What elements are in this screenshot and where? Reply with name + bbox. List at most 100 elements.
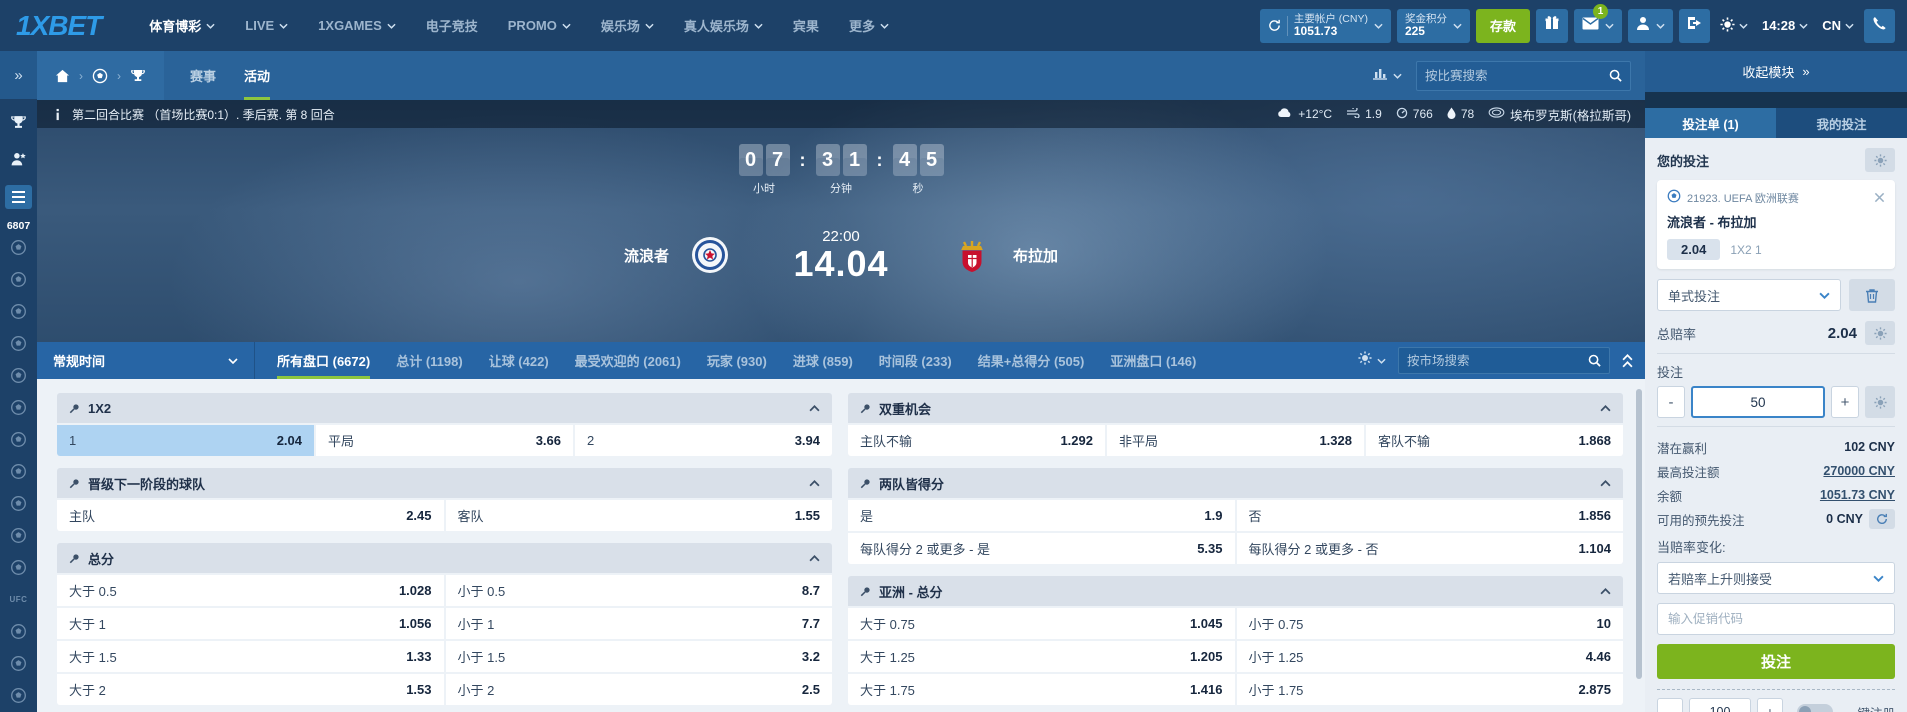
market-tab-7[interactable]: 结果+总得分 (505) <box>978 342 1085 379</box>
pin-icon[interactable] <box>69 553 80 564</box>
promo-code-input[interactable] <box>1657 603 1895 635</box>
event-tab-0[interactable]: 赛事 <box>190 51 216 100</box>
bet-odds-chip[interactable]: 2.04 <box>1667 239 1720 260</box>
odds-cell[interactable]: 小于 1.53.2 <box>446 641 833 672</box>
pin-icon[interactable] <box>69 478 80 489</box>
sidebar-sport-ufc-icon[interactable]: UFC <box>0 584 37 616</box>
odds-cell[interactable]: 小于 0.58.7 <box>446 575 833 606</box>
odds-cell[interactable]: 大于 21.53 <box>57 674 444 705</box>
odds-cell[interactable]: 小于 22.5 <box>446 674 833 705</box>
away-team-name[interactable]: 布拉加 <box>1013 245 1058 266</box>
football-breadcrumb-icon[interactable] <box>92 68 108 84</box>
profile-button[interactable] <box>1628 9 1673 43</box>
quickbet-amount-input[interactable] <box>1689 698 1751 712</box>
sidebar-sport-baseball-icon[interactable] <box>0 424 37 456</box>
market-card-header[interactable]: 亚洲 - 总分 <box>848 576 1623 606</box>
odds-cell[interactable]: 12.04 <box>57 425 314 456</box>
sidebar-sport-ice-hockey-icon[interactable] <box>0 296 37 328</box>
account-selector[interactable]: 主要帐户 (CNY) 1051.73 <box>1260 9 1391 43</box>
odds-cell[interactable]: 小于 17.7 <box>446 608 833 639</box>
market-tab-0[interactable]: 所有盘口 (6672) <box>277 342 370 379</box>
main-menu-item-1[interactable]: LIVE <box>245 18 288 33</box>
time-selector[interactable]: 14:28 <box>1758 18 1812 33</box>
sidebar-sport-cycling-icon[interactable] <box>0 648 37 680</box>
main-menu-item-0[interactable]: 体育博彩 <box>149 16 215 35</box>
main-menu-item-6[interactable]: 真人娱乐场 <box>684 16 763 35</box>
sidebar-sport-rugby-icon[interactable] <box>0 520 37 552</box>
market-tab-6[interactable]: 时间段 (233) <box>879 342 952 379</box>
game-search-input[interactable] <box>1425 69 1603 83</box>
sidebar-sport-esports-icon[interactable] <box>0 680 37 712</box>
home-team-name[interactable]: 流浪者 <box>624 245 669 266</box>
pin-icon[interactable] <box>860 586 871 597</box>
odds-settings-button[interactable] <box>1865 321 1895 345</box>
stake-decrease-button[interactable]: - <box>1657 386 1685 418</box>
market-card-header[interactable]: 双重机会 <box>848 393 1623 423</box>
odds-cell[interactable]: 每队得分 2 或更多 - 否1.104 <box>1237 533 1624 564</box>
main-menu-item-7[interactable]: 宾果 <box>793 16 819 35</box>
chevron-up-icon[interactable] <box>1600 588 1611 595</box>
statistics-button[interactable] <box>1372 66 1402 85</box>
odds-cell[interactable]: 非平局1.328 <box>1107 425 1364 456</box>
stake-settings-button[interactable] <box>1865 386 1895 418</box>
sidebar-expand-button[interactable]: » <box>0 51 37 99</box>
odds-cell[interactable]: 主队2.45 <box>57 500 444 531</box>
sidebar-sport-football-icon[interactable] <box>0 232 37 264</box>
market-tab-3[interactable]: 最受欢迎的 (2061) <box>575 342 681 379</box>
settings-button[interactable] <box>1716 17 1752 35</box>
chevron-up-icon[interactable] <box>1600 405 1611 412</box>
language-selector[interactable]: CN <box>1818 18 1858 33</box>
refresh-icon[interactable] <box>1268 19 1281 32</box>
odds-cell[interactable]: 每队得分 2 或更多 - 是5.35 <box>848 533 1235 564</box>
clear-betslip-button[interactable] <box>1849 279 1895 311</box>
tab-my-bets[interactable]: 我的投注 <box>1776 108 1907 138</box>
sidebar-sport-boxing-icon[interactable] <box>0 456 37 488</box>
pin-icon[interactable] <box>69 403 80 414</box>
deposit-button[interactable]: 存款 <box>1476 9 1530 43</box>
messages-button[interactable]: 1 <box>1574 9 1622 43</box>
market-search-input[interactable] <box>1407 354 1582 368</box>
sidebar-sport-basketball-icon[interactable] <box>0 264 37 296</box>
scrollbar-thumb[interactable] <box>1636 389 1642 679</box>
summary-value[interactable]: 270000 CNY <box>1823 464 1895 478</box>
search-icon[interactable] <box>1609 69 1622 82</box>
stake-input[interactable] <box>1691 386 1825 418</box>
sidebar-sport-tennis-icon[interactable] <box>0 328 37 360</box>
market-card-header[interactable]: 1X2 <box>57 393 832 423</box>
quickbet-decrease-button[interactable]: - <box>1657 698 1683 712</box>
collapse-module-button[interactable]: 收起模块 » <box>1645 51 1907 92</box>
odds-change-select[interactable]: 若赔率上升则接受 <box>1657 562 1895 594</box>
chevron-up-icon[interactable] <box>809 405 820 412</box>
brand-logo[interactable]: 1XBET <box>16 10 101 42</box>
sidebar-sport-volleyball-icon[interactable] <box>0 360 37 392</box>
sidebar-sport-table-tennis-icon[interactable] <box>0 392 37 424</box>
event-tab-1[interactable]: 活动 <box>244 51 270 100</box>
main-menu-item-8[interactable]: 更多 <box>849 16 889 35</box>
odds-cell[interactable]: 否1.856 <box>1237 500 1624 531</box>
odds-cell[interactable]: 大于 0.751.045 <box>848 608 1235 639</box>
sports-menu-button[interactable] <box>0 182 37 212</box>
quickbet-increase-button[interactable]: + <box>1757 698 1783 712</box>
odds-cell[interactable]: 客队1.55 <box>446 500 833 531</box>
main-menu-item-2[interactable]: 1XGAMES <box>318 18 396 33</box>
market-tab-5[interactable]: 进球 (859) <box>793 342 853 379</box>
odds-cell[interactable]: 23.94 <box>575 425 832 456</box>
refresh-advancebet-button[interactable] <box>1869 509 1895 529</box>
collapse-all-markets-button[interactable] <box>1622 354 1633 368</box>
chevron-up-icon[interactable] <box>809 480 820 487</box>
odds-cell[interactable]: 小于 0.7510 <box>1237 608 1624 639</box>
odds-cell[interactable]: 大于 1.251.205 <box>848 641 1235 672</box>
logout-button[interactable] <box>1679 9 1710 43</box>
close-icon[interactable] <box>1874 192 1885 203</box>
home-icon[interactable] <box>55 69 70 83</box>
champions-cup-icon[interactable] <box>0 107 37 137</box>
odds-cell[interactable]: 是1.9 <box>848 500 1235 531</box>
summary-value[interactable]: 1051.73 CNY <box>1820 488 1895 502</box>
odds-cell[interactable]: 大于 0.51.028 <box>57 575 444 606</box>
odds-cell[interactable]: 小于 1.254.46 <box>1237 641 1624 672</box>
odds-cell[interactable]: 大于 11.056 <box>57 608 444 639</box>
market-tab-2[interactable]: 让球 (422) <box>489 342 549 379</box>
sidebar-sport-aussie-rules-icon[interactable] <box>0 552 37 584</box>
chevron-up-icon[interactable] <box>1600 480 1611 487</box>
pin-icon[interactable] <box>860 478 871 489</box>
